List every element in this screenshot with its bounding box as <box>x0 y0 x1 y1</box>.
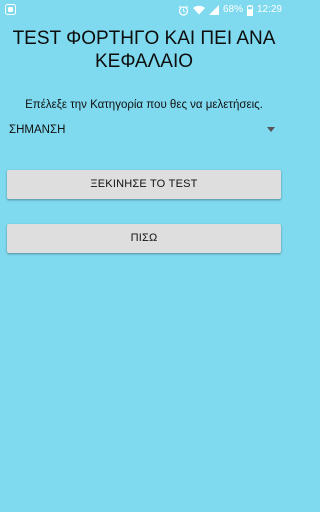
app-screen: 68% 12:29 TEST ΦΟΡΤΗΓΟ ΚΑΙ ΠΕΙ ΑΝΑ ΚΕΦΑΛ… <box>0 0 288 512</box>
back-button[interactable]: ΠΙΣΩ <box>7 224 281 253</box>
status-bar: 68% 12:29 <box>0 0 288 20</box>
notification-icon <box>5 4 16 15</box>
battery-icon <box>246 4 253 16</box>
signal-icon <box>208 5 219 15</box>
category-select[interactable]: ΣΗΜΑΝΣΗ <box>9 118 279 142</box>
battery-percent: 68% <box>222 4 243 15</box>
wifi-icon <box>192 5 205 15</box>
dropdown-arrow-icon <box>267 127 275 132</box>
status-indicators: 68% 12:29 <box>178 3 282 17</box>
category-select-value: ΣΗΜΑΝΣΗ <box>9 124 66 136</box>
alarm-icon <box>178 5 189 16</box>
start-test-button[interactable]: ΞΕΚΙΝΗΣΕ ΤΟ TEST <box>7 170 281 199</box>
clock: 12:29 <box>256 4 282 15</box>
page-title: TEST ΦΟΡΤΗΓΟ ΚΑΙ ΠΕΙ ΑΝΑ ΚΕΦΑΛΑΙΟ <box>12 28 276 72</box>
category-prompt: Επέλεξε την Κατηγορία που θες να μελετήσ… <box>25 99 263 111</box>
